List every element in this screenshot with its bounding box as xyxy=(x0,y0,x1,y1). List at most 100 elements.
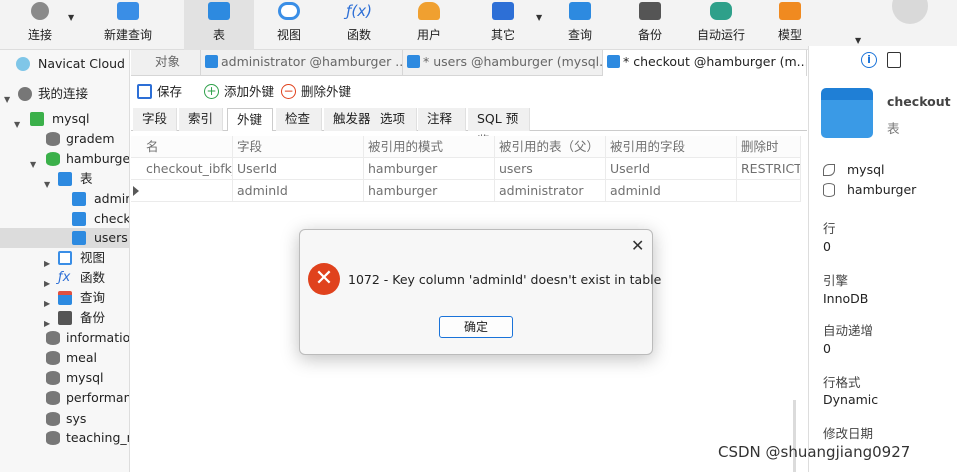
database-name: hamburger xyxy=(847,182,917,197)
tree-item-db-performance-schema[interactable]: performance_schema xyxy=(0,388,129,408)
object-name: checkout xyxy=(887,94,951,109)
error-message: 1072 - Key column 'adminId' doesn't exis… xyxy=(348,272,662,287)
chevron-down-icon[interactable]: ▼ xyxy=(4,90,10,110)
connection-name: mysql xyxy=(847,162,885,177)
cloud-icon xyxy=(16,57,30,71)
tree-item-db-mysql[interactable]: mysql xyxy=(0,368,129,388)
connection-icon xyxy=(823,164,835,176)
database-icon xyxy=(46,152,60,166)
new-query-icon xyxy=(117,2,139,20)
view-icon xyxy=(58,251,72,265)
plus-icon: + xyxy=(204,84,219,99)
database-icon xyxy=(46,371,60,385)
database-icon xyxy=(46,132,60,146)
main-toolbar: 连接 ▼ 新建查询 表 视图 ƒ(x) 函数 用户 其它 ▼ 查询 备份 自动运… xyxy=(0,0,957,50)
field-label-engine: 引擎 xyxy=(823,273,849,288)
toolbar-backup-button[interactable]: 备份 xyxy=(618,0,682,50)
toolbar-automation-button[interactable]: 自动运行 xyxy=(688,0,754,50)
model-icon xyxy=(779,2,801,20)
tab-administrator[interactable]: administrator @hamburger ... xyxy=(201,50,403,76)
tree-item-functions[interactable]: ▶ ƒx 函数 xyxy=(0,268,129,288)
toolbar-overflow-chevron-icon[interactable]: ▼ xyxy=(855,36,861,45)
tree-item-mysql-connection[interactable]: ▼ mysql xyxy=(0,109,129,129)
other-dropdown-chevron-icon[interactable]: ▼ xyxy=(536,13,542,22)
field-value-engine: InnoDB xyxy=(823,291,869,306)
toolbar-other-button[interactable]: 其它 xyxy=(470,0,536,50)
table-large-icon xyxy=(821,88,873,138)
robot-icon xyxy=(710,2,732,20)
subtab-options[interactable]: 选项 xyxy=(371,108,417,131)
other-icon xyxy=(492,2,514,20)
save-icon xyxy=(137,84,152,99)
tree-item-db-information-schema[interactable]: information_schema xyxy=(0,328,129,348)
tree-item-db-meal[interactable]: meal xyxy=(0,348,129,368)
toolbar-view-button[interactable]: 视图 xyxy=(256,0,322,50)
tab-users[interactable]: * users @hamburger (mysql... xyxy=(403,50,603,76)
database-icon xyxy=(46,412,60,426)
tree-item-backups[interactable]: ▶ 备份 xyxy=(0,308,129,328)
subtab-foreign-keys[interactable]: 外键 xyxy=(227,108,273,131)
database-icon xyxy=(46,331,60,345)
error-icon: ✕ xyxy=(308,263,340,295)
tree-item-table-checkout[interactable]: checkout xyxy=(0,209,129,229)
subtab-triggers[interactable]: 触发器 xyxy=(324,108,372,131)
tree-item-navicat-cloud[interactable]: Navicat Cloud xyxy=(0,54,129,74)
toolbar-connect-button[interactable]: 连接 xyxy=(14,0,66,50)
minus-icon: − xyxy=(281,84,296,99)
database-icon xyxy=(46,351,60,365)
tree-item-views[interactable]: ▶ 视图 xyxy=(0,248,129,268)
field-label-row-format: 行格式 xyxy=(823,375,861,390)
table-icon xyxy=(58,172,72,186)
mysql-icon xyxy=(30,112,44,126)
tree-item-db-hamburger[interactable]: ▼ hamburger xyxy=(0,149,129,169)
field-value-row-format: Dynamic xyxy=(823,392,879,407)
tree-item-my-connections[interactable]: ▼ 我的连接 xyxy=(0,84,129,104)
plug-icon xyxy=(31,2,49,20)
toolbar-user-button[interactable]: 用户 xyxy=(396,0,462,50)
table-icon xyxy=(205,55,218,68)
field-label-rows: 行 xyxy=(823,221,836,236)
connection-icon xyxy=(18,87,32,101)
database-icon xyxy=(823,183,835,197)
close-icon[interactable]: ✕ xyxy=(631,236,644,255)
tree-item-db-sys[interactable]: sys xyxy=(0,409,129,429)
toolbar-function-button[interactable]: ƒ(x) 函数 xyxy=(326,0,392,50)
info-icon[interactable]: i xyxy=(861,52,877,68)
delete-foreign-key-button[interactable]: − 删除外键 xyxy=(281,83,351,101)
document-tab-bar: 对象 administrator @hamburger ... * users … xyxy=(131,50,807,76)
tab-checkout[interactable]: * checkout @hamburger (m... xyxy=(603,50,807,76)
subtab-sql-preview[interactable]: SQL 预览 xyxy=(468,108,530,148)
tree-item-queries[interactable]: ▶ 查询 xyxy=(0,288,129,308)
table-icon xyxy=(607,55,620,68)
avatar[interactable] xyxy=(892,0,928,24)
ok-button[interactable]: 确定 xyxy=(439,316,513,338)
database-icon xyxy=(46,431,60,445)
tab-objects[interactable]: 对象 xyxy=(131,50,201,76)
database-icon xyxy=(46,391,60,405)
tree-item-db-gradem[interactable]: gradem xyxy=(0,129,129,149)
subtab-indexes[interactable]: 索引 xyxy=(179,108,223,131)
tree-item-db-teaching-management[interactable]: teaching_management xyxy=(0,428,129,448)
watermark-text: CSDN @shuangjiang0927 xyxy=(718,443,911,461)
query-icon xyxy=(58,291,72,305)
field-label-modified-date: 修改日期 xyxy=(823,426,874,441)
connect-dropdown-chevron-icon[interactable]: ▼ xyxy=(68,13,74,22)
query-icon xyxy=(569,2,591,20)
tree-item-table-administrator[interactable]: administrator xyxy=(0,189,129,209)
toolbar-new-query-button[interactable]: 新建查询 xyxy=(86,0,170,50)
subtab-comment[interactable]: 注释 xyxy=(418,108,466,131)
tree-item-table-users[interactable]: users xyxy=(0,228,129,248)
toolbar-query-button[interactable]: 查询 xyxy=(548,0,612,50)
connection-tree: Navicat Cloud ▼ 我的连接 ▼ mysql gradem ▼ ha… xyxy=(0,50,130,472)
subtab-fields[interactable]: 字段 xyxy=(133,108,177,131)
save-button[interactable]: 保存 xyxy=(137,83,182,101)
tree-item-tables-folder[interactable]: ▼ 表 xyxy=(0,169,129,189)
ddl-icon[interactable] xyxy=(887,52,901,68)
add-foreign-key-button[interactable]: + 添加外键 xyxy=(204,83,274,101)
toolbar-table-button[interactable]: 表 xyxy=(184,0,254,50)
function-icon: ƒ(x) xyxy=(346,2,372,20)
backup-icon xyxy=(58,311,72,325)
subtab-checks[interactable]: 检查 xyxy=(276,108,322,131)
error-dialog: ✕ ✕ 1072 - Key column 'adminId' doesn't … xyxy=(299,229,661,355)
toolbar-model-button[interactable]: 模型 xyxy=(758,0,822,50)
